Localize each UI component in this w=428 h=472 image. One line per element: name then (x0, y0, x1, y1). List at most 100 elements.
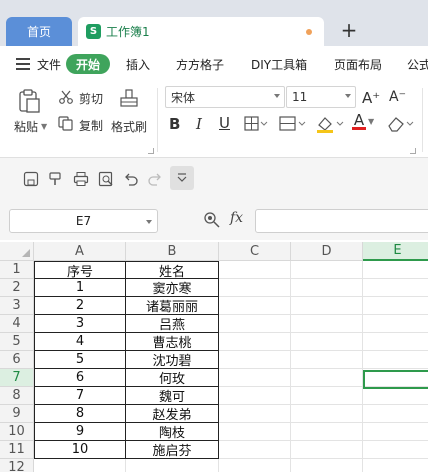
grid-cell[interactable]: 8 (34, 405, 126, 423)
row-header[interactable]: 7 (0, 369, 34, 387)
selected-cell-e7[interactable] (363, 370, 428, 389)
grid-cell[interactable]: 10 (34, 441, 126, 459)
grid-cell[interactable]: 3 (34, 315, 126, 333)
eraser-icon[interactable] (386, 115, 416, 133)
grid-cell[interactable] (363, 351, 428, 369)
grid-cell[interactable]: 施启芬 (126, 441, 219, 459)
font-shrink-button[interactable]: A⁻ (389, 89, 406, 105)
grid-cell[interactable] (219, 333, 291, 351)
row-header[interactable]: 2 (0, 279, 34, 297)
grid-cell[interactable] (219, 369, 291, 387)
grid-cell[interactable] (219, 423, 291, 441)
grid-cell[interactable] (34, 459, 126, 472)
grid-cell[interactable] (291, 279, 363, 297)
menu-page-layout[interactable]: 页面布局 (334, 56, 382, 73)
print-preview-icon[interactable] (97, 170, 115, 188)
save-icon[interactable] (22, 170, 40, 188)
menu-ffgz[interactable]: 方方格子 (176, 56, 224, 73)
row-header[interactable]: 8 (0, 387, 34, 405)
merge-cells-icon[interactable] (279, 116, 307, 132)
row-header[interactable]: 3 (0, 297, 34, 315)
format-painter-label[interactable]: 格式刷 (111, 118, 147, 135)
grid-cell[interactable] (363, 333, 428, 351)
grid-cell[interactable]: 序号 (34, 261, 126, 280)
grid-cell[interactable] (363, 315, 428, 333)
grid-cell[interactable] (363, 459, 428, 472)
grid-cell[interactable]: 7 (34, 387, 126, 405)
grid-cell[interactable] (291, 387, 363, 405)
copy-button[interactable]: 复制 (58, 116, 103, 134)
grid-cell[interactable]: 吕燕 (126, 315, 219, 333)
grid-cell[interactable]: 魏可 (126, 387, 219, 405)
paste-button[interactable]: 粘贴 ▼ (14, 118, 47, 135)
grid-cell[interactable] (291, 333, 363, 351)
new-tab-button[interactable]: + (338, 18, 360, 42)
grid-cell[interactable]: 陶枝 (126, 423, 219, 441)
insert-function-button[interactable]: fx (230, 210, 243, 226)
tab-home[interactable]: 首页 (6, 17, 72, 46)
grid-cell[interactable]: 2 (34, 297, 126, 315)
column-header-c[interactable]: C (219, 242, 291, 261)
hamburger-icon[interactable] (16, 58, 30, 70)
column-header-d[interactable]: D (291, 242, 363, 261)
grid-cell[interactable]: 赵发弟 (126, 405, 219, 423)
paste-icon[interactable] (16, 88, 42, 114)
name-box[interactable]: E7 (9, 209, 158, 233)
grid-cell[interactable] (363, 297, 428, 315)
grid-cell[interactable]: 4 (34, 333, 126, 351)
chevron-down-icon[interactable]: ▼ (368, 117, 374, 126)
grid-cell[interactable]: 何玫 (126, 369, 219, 387)
grid-cell[interactable]: 诸葛丽丽 (126, 297, 219, 315)
grid-cell[interactable] (363, 405, 428, 423)
grid-cell[interactable] (291, 405, 363, 423)
format-painter-icon[interactable] (118, 88, 140, 112)
grid-cell[interactable]: 1 (34, 279, 126, 297)
font-color-button[interactable]: A (352, 113, 366, 130)
select-all-corner[interactable] (0, 242, 34, 261)
grid-cell[interactable]: 9 (34, 423, 126, 441)
row-header[interactable]: 12 (0, 459, 34, 472)
column-header-a[interactable]: A (34, 242, 126, 261)
font-name-select[interactable]: 宋体 (165, 86, 285, 108)
grid-cell[interactable] (363, 261, 428, 279)
grid-cell[interactable] (363, 279, 428, 297)
menu-formula[interactable]: 公式 (407, 56, 428, 73)
fill-color-icon[interactable] (315, 115, 345, 133)
grid-cell[interactable] (363, 423, 428, 441)
row-header[interactable]: 4 (0, 315, 34, 333)
row-header[interactable]: 5 (0, 333, 34, 351)
menu-file[interactable]: 文件 (37, 56, 61, 73)
tab-workbook[interactable]: S 工作簿1 (78, 17, 324, 46)
redo-icon[interactable] (146, 170, 164, 188)
column-header-b[interactable]: B (126, 242, 219, 261)
grid-cell[interactable] (219, 261, 291, 279)
font-grow-button[interactable]: A⁺ (362, 89, 380, 107)
grid-cell[interactable] (219, 351, 291, 369)
grid-cell[interactable]: 5 (34, 351, 126, 369)
grid-cell[interactable] (219, 315, 291, 333)
font-size-select[interactable]: 11 (286, 86, 356, 108)
grid-cell[interactable]: 窦亦寒 (126, 279, 219, 297)
customize-toolbar-icon[interactable] (170, 166, 194, 190)
borders-icon[interactable] (244, 116, 268, 132)
grid-cell[interactable] (363, 441, 428, 459)
grid-cell[interactable] (291, 351, 363, 369)
grid-cell[interactable]: 6 (34, 369, 126, 387)
clipboard-group-corner-icon[interactable] (148, 148, 154, 154)
italic-button[interactable]: I (196, 115, 202, 133)
grid-cell[interactable] (291, 369, 363, 387)
row-header[interactable]: 1 (0, 261, 34, 279)
grid-cell[interactable] (291, 459, 363, 472)
row-header[interactable]: 11 (0, 441, 34, 459)
undo-icon[interactable] (122, 170, 140, 188)
zoom-function-icon[interactable] (203, 211, 221, 232)
menu-insert[interactable]: 插入 (126, 56, 150, 73)
menu-start[interactable]: 开始 (66, 54, 110, 74)
row-header[interactable]: 6 (0, 351, 34, 369)
format-painter-icon[interactable] (47, 170, 65, 188)
grid-cell[interactable] (291, 261, 363, 279)
print-icon[interactable] (72, 170, 90, 188)
grid-cell[interactable]: 姓名 (126, 261, 219, 280)
grid-cell[interactable] (126, 459, 219, 472)
grid-cell[interactable] (291, 423, 363, 441)
